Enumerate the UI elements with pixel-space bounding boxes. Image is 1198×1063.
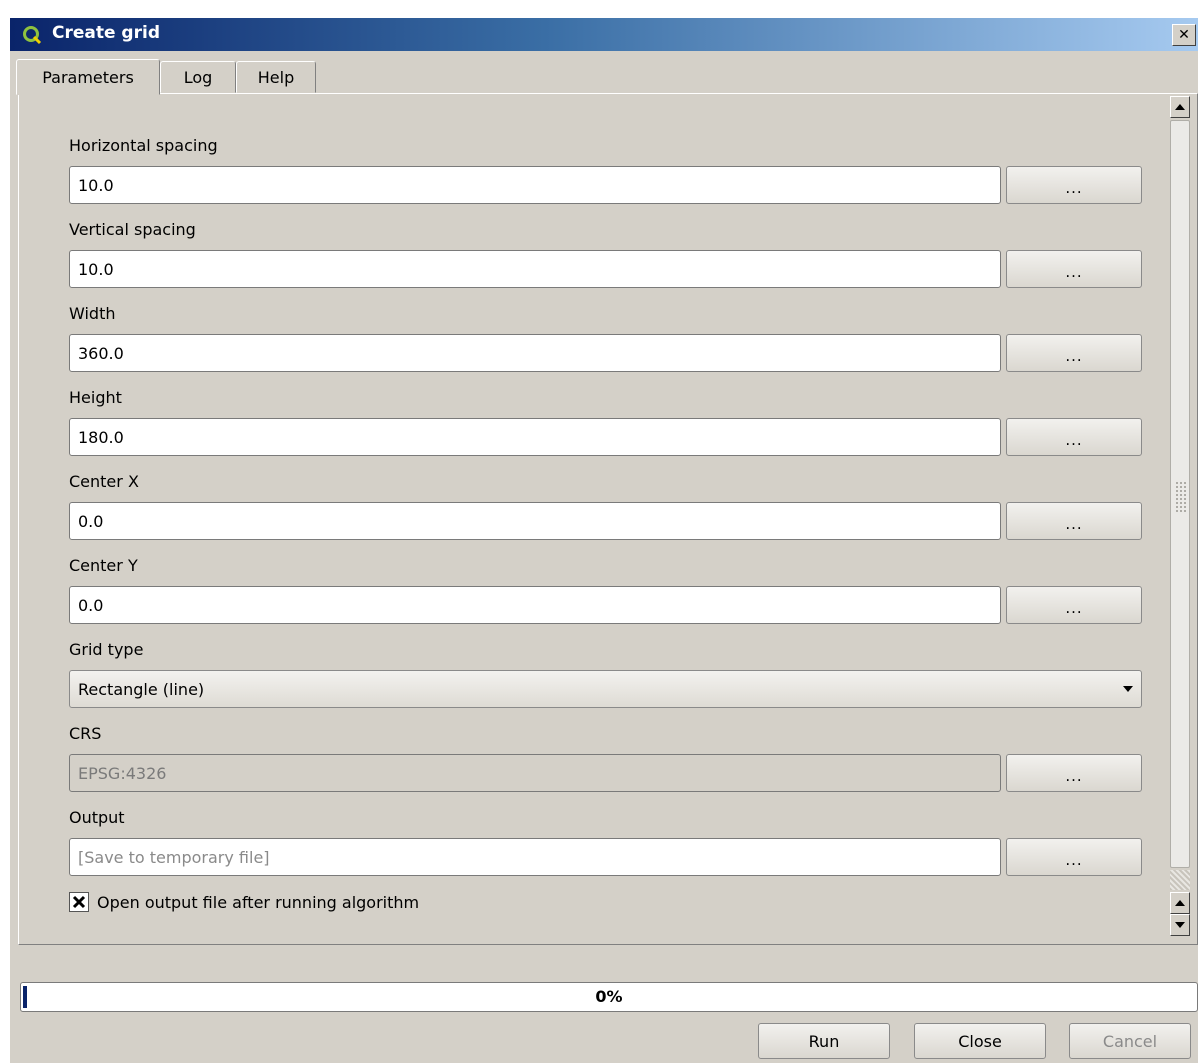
crs-label: CRS [69, 724, 102, 743]
scroll-down-button[interactable] [1170, 914, 1190, 936]
parameters-panel: Horizontal spacing 10.0 ... Vertical spa… [18, 93, 1198, 945]
output-browse-button[interactable]: ... [1006, 838, 1142, 876]
run-button[interactable]: Run [758, 1023, 890, 1059]
center-x-label: Center X [69, 472, 139, 491]
output-label: Output [69, 808, 125, 827]
center-x-input[interactable]: 0.0 [69, 502, 1001, 540]
crs-input: EPSG:4326 [69, 754, 1001, 792]
title-bar: Create grid ✕ [10, 18, 1198, 51]
horizontal-spacing-label: Horizontal spacing [69, 136, 218, 155]
vertical-scrollbar[interactable] [1170, 94, 1190, 944]
center-y-label: Center Y [69, 556, 138, 575]
grid-type-label: Grid type [69, 640, 144, 659]
output-input[interactable]: [Save to temporary file] [69, 838, 1001, 876]
cancel-button[interactable]: Cancel [1069, 1023, 1191, 1059]
grid-type-select[interactable]: Rectangle (line) [69, 670, 1142, 708]
check-icon [72, 895, 86, 909]
height-label: Height [69, 388, 122, 407]
scroll-up-button[interactable] [1170, 96, 1190, 118]
create-grid-dialog: Create grid ✕ Parameters Log Help Horizo… [10, 18, 1198, 1063]
horizontal-spacing-browse-button[interactable]: ... [1006, 166, 1142, 204]
horizontal-spacing-input[interactable]: 10.0 [69, 166, 1001, 204]
vertical-spacing-browse-button[interactable]: ... [1006, 250, 1142, 288]
close-window-button[interactable]: ✕ [1172, 24, 1196, 46]
grid-type-value: Rectangle (line) [78, 679, 205, 699]
scrollbar-track[interactable] [1170, 870, 1190, 890]
arrow-down-icon [1175, 922, 1185, 928]
height-input[interactable]: 180.0 [69, 418, 1001, 456]
center-y-input[interactable]: 0.0 [69, 586, 1001, 624]
close-icon: ✕ [1178, 27, 1190, 43]
center-x-browse-button[interactable]: ... [1006, 502, 1142, 540]
open-output-option[interactable]: Open output file after running algorithm [69, 892, 419, 912]
tab-parameters[interactable]: Parameters [16, 59, 160, 95]
arrow-up-icon [1175, 900, 1185, 906]
scrollbar-thumb[interactable] [1170, 120, 1190, 868]
close-button[interactable]: Close [914, 1023, 1046, 1059]
tab-label: Log [183, 67, 213, 87]
vertical-spacing-input[interactable]: 10.0 [69, 250, 1001, 288]
height-browse-button[interactable]: ... [1006, 418, 1142, 456]
chevron-down-icon[interactable] [1115, 671, 1141, 707]
tab-label: Help [257, 67, 295, 87]
progress-text: 0% [595, 987, 623, 1006]
open-output-checkbox[interactable] [69, 892, 89, 912]
width-browse-button[interactable]: ... [1006, 334, 1142, 372]
crs-browse-button[interactable]: ... [1006, 754, 1142, 792]
tab-label: Parameters [42, 67, 134, 87]
open-output-label: Open output file after running algorithm [97, 892, 420, 912]
tab-log[interactable]: Log [160, 61, 236, 93]
width-input[interactable]: 360.0 [69, 334, 1001, 372]
vertical-spacing-label: Vertical spacing [69, 220, 196, 239]
progress-bar: 0% [20, 982, 1198, 1012]
width-label: Width [69, 304, 116, 323]
scroll-up-button-lower[interactable] [1170, 892, 1190, 914]
grip-icon [1175, 481, 1187, 513]
window-title: Create grid [52, 23, 160, 43]
tab-help[interactable]: Help [236, 61, 316, 93]
arrow-up-icon [1175, 104, 1185, 110]
center-y-browse-button[interactable]: ... [1006, 586, 1142, 624]
qgis-icon [23, 26, 42, 45]
